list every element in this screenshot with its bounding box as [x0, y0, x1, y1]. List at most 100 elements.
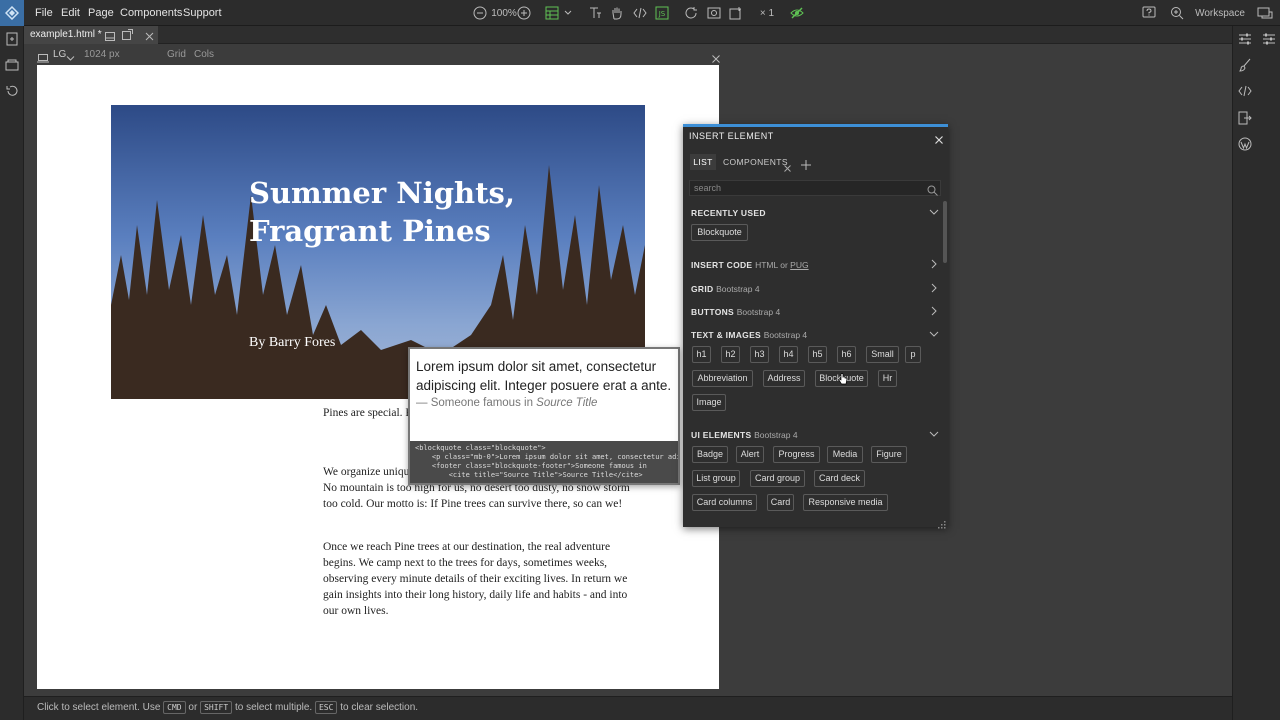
tab-list[interactable]: LIST	[690, 154, 716, 170]
script-toggle-icon[interactable]: JS	[654, 4, 670, 22]
chevron-down-icon[interactable]	[562, 4, 574, 22]
chevron-right-icon[interactable]	[929, 306, 939, 316]
element-image-button[interactable]: Image	[692, 394, 726, 411]
section-ui-elements[interactable]: UI ELEMENTS Bootstrap 4	[691, 428, 939, 442]
style-brush-icon[interactable]	[1237, 57, 1253, 73]
element-list-group-button[interactable]: List group	[692, 470, 740, 487]
chevron-down-icon[interactable]	[929, 329, 939, 339]
zoom-out-icon[interactable]	[472, 4, 488, 22]
element-responsive-media-button[interactable]: Responsive media	[803, 494, 888, 511]
chevron-down-icon[interactable]	[929, 429, 939, 439]
preview-icon[interactable]	[706, 4, 722, 22]
code-view-icon[interactable]	[632, 4, 648, 22]
panel-sliders-icon[interactable]	[1261, 31, 1277, 47]
section-sub: Bootstrap 4	[716, 284, 760, 294]
help-icon[interactable]	[1141, 4, 1157, 22]
library-icon[interactable]	[4, 57, 20, 73]
element-card-columns-button[interactable]: Card columns	[692, 494, 757, 511]
viewport-bar: LG 1024 px Grid Cols	[24, 45, 724, 65]
element-abbreviation-button[interactable]: Abbreviation	[692, 370, 753, 387]
chevron-down-icon[interactable]	[929, 207, 939, 217]
search-icon[interactable]	[927, 183, 938, 201]
panel-scrollbar[interactable]	[943, 201, 947, 263]
menu-support[interactable]: Support	[183, 0, 222, 26]
eye-hidden-icon[interactable]	[789, 4, 805, 22]
element-progress-button[interactable]: Progress	[773, 446, 820, 463]
section-text-images[interactable]: TEXT & IMAGES Bootstrap 4	[691, 328, 939, 342]
blockquote-preview: Lorem ipsum dolor sit amet, consectetur …	[408, 347, 680, 485]
hand-tool-icon[interactable]	[609, 4, 625, 22]
new-page-icon[interactable]	[728, 4, 744, 22]
element-address-button[interactable]: Address	[763, 370, 805, 387]
chevron-right-icon[interactable]	[929, 259, 939, 269]
tab-components[interactable]: COMPONENTS	[723, 154, 788, 170]
zoom-in-icon[interactable]	[516, 4, 532, 22]
preview-cite: Source Title	[536, 397, 598, 409]
section-label: UI ELEMENTS	[691, 430, 752, 440]
section-label: GRID	[691, 284, 714, 294]
element-p-button[interactable]: p	[905, 346, 921, 363]
search-input[interactable]: search	[689, 180, 941, 196]
element-h1-button[interactable]: h1	[692, 346, 711, 363]
menu-components[interactable]: Components	[120, 0, 182, 26]
element-h4-button[interactable]: h4	[779, 346, 798, 363]
section-buttons[interactable]: BUTTONS Bootstrap 4	[691, 305, 939, 319]
element-h6-button[interactable]: h6	[837, 346, 856, 363]
code-icon[interactable]	[1237, 83, 1253, 99]
text-tool-icon[interactable]	[587, 4, 603, 22]
cols-toggle[interactable]: Cols	[194, 45, 214, 65]
menu-page[interactable]: Page	[88, 0, 114, 26]
element-figure-button[interactable]: Figure	[871, 446, 907, 463]
element-media-button[interactable]: Media	[827, 446, 863, 463]
close-icon[interactable]	[935, 132, 943, 150]
chevron-right-icon[interactable]	[929, 283, 939, 293]
section-grid[interactable]: GRID Bootstrap 4	[691, 282, 939, 296]
multiplier-label[interactable]: × 1	[756, 4, 778, 22]
refresh-icon[interactable]	[683, 4, 699, 22]
recent-blockquote-button[interactable]: Blockquote	[691, 224, 748, 241]
pinegrow-editor: File Edit Page Components Support 100% J…	[0, 0, 1280, 720]
menu-file[interactable]: File	[35, 0, 53, 26]
pages-icon[interactable]	[4, 31, 20, 47]
close-tab-icon[interactable]	[784, 159, 791, 177]
element-small-button[interactable]: Small	[866, 346, 899, 363]
element-card-deck-button[interactable]: Card deck	[814, 470, 865, 487]
workspace-menu[interactable]: Workspace	[1194, 4, 1246, 22]
add-tab-icon[interactable]	[801, 157, 811, 175]
section-sub: Bootstrap 4	[736, 307, 781, 317]
file-tab[interactable]: example1.html *	[24, 26, 158, 44]
breakpoint-label[interactable]: LG	[53, 45, 66, 65]
status-text: to clear selection.	[337, 702, 419, 713]
paragraph-3[interactable]: Once we reach Pine trees at our destinat…	[323, 539, 641, 619]
resize-handle-icon[interactable]	[936, 516, 946, 534]
layout-grid-icon[interactable]	[544, 4, 560, 22]
app-logo-icon[interactable]	[0, 0, 24, 26]
element-badge-button[interactable]: Badge	[692, 446, 728, 463]
kbd-esc: ESC	[314, 701, 338, 714]
element-hr-button[interactable]: Hr	[878, 370, 897, 387]
window-layout-icon[interactable]	[1256, 4, 1274, 22]
menu-edit[interactable]: Edit	[61, 0, 80, 26]
pug-link[interactable]: PUG	[790, 260, 808, 270]
section-insert-code[interactable]: INSERT CODE HTML or PUG	[691, 258, 939, 272]
kbd-shift: SHIFT	[200, 701, 233, 714]
element-h2-button[interactable]: h2	[721, 346, 740, 363]
kbd-cmd: CMD	[163, 701, 186, 714]
element-h3-button[interactable]: h3	[750, 346, 769, 363]
wordpress-icon[interactable]	[1237, 136, 1253, 152]
hero-title[interactable]: Summer Nights, Fragrant Pines	[249, 174, 549, 250]
element-card-group-button[interactable]: Card group	[750, 470, 805, 487]
search-icon[interactable]	[1169, 4, 1185, 22]
properties-sliders-icon[interactable]	[1237, 31, 1253, 47]
panel-header[interactable]: INSERT ELEMENT	[683, 127, 948, 145]
export-icon[interactable]	[1237, 110, 1253, 126]
hero-title-line2: Fragrant Pines	[249, 214, 491, 248]
status-text: Click to select element. Use	[37, 702, 164, 713]
section-recently-used[interactable]: RECENTLY USED	[691, 206, 939, 220]
byline[interactable]: By Barry Fores	[249, 335, 335, 351]
grid-toggle[interactable]: Grid	[167, 45, 186, 65]
element-alert-button[interactable]: Alert	[736, 446, 764, 463]
element-card-button[interactable]: Card	[767, 494, 794, 511]
element-h5-button[interactable]: h5	[808, 346, 827, 363]
history-undo-icon[interactable]	[4, 83, 20, 99]
